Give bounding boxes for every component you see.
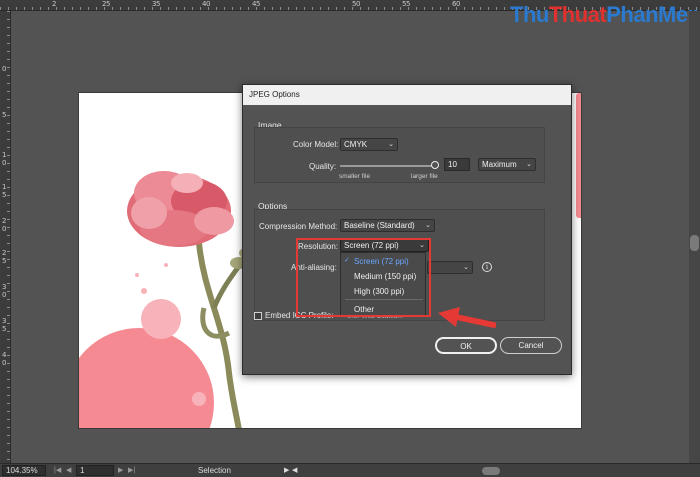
ruler-label: 3	[2, 283, 7, 291]
zoom-level-field[interactable]: 104.35%	[2, 465, 46, 476]
pink-dot	[135, 273, 139, 277]
embed-icc-checkbox[interactable]	[254, 312, 262, 320]
compression-method-select[interactable]: Baseline (Standard) ⌄	[340, 219, 435, 232]
quality-label: Quality:	[309, 162, 337, 171]
ruler-label: 2	[52, 0, 57, 8]
ruler-label: 5	[156, 0, 161, 8]
anti-aliasing-select[interactable]: ⌄	[427, 261, 473, 274]
ruler-label: 1	[2, 151, 7, 159]
ruler-label: 0	[2, 159, 7, 167]
page-number-field[interactable]: 1	[76, 465, 114, 476]
ruler-label: 4	[2, 351, 7, 359]
highlight-box	[296, 238, 431, 317]
ruler-label: 0	[2, 65, 7, 73]
cancel-button[interactable]: Cancel	[500, 337, 562, 354]
ruler-label: 0	[2, 225, 7, 233]
annotation-arrow-icon	[438, 307, 496, 328]
ruler-label: 5	[2, 257, 7, 265]
chevron-down-icon: ⌄	[463, 264, 469, 271]
chevron-down-icon: ⌄	[388, 141, 394, 148]
ok-button[interactable]: OK	[435, 337, 497, 354]
last-page-icon[interactable]: ▶|	[128, 466, 135, 475]
chevron-down-icon: ⌄	[425, 222, 431, 229]
image-group	[254, 127, 545, 183]
pink-edge-shape	[576, 93, 581, 218]
ruler-label: 2	[2, 217, 7, 225]
jpeg-options-dialog: JPEG Options Image Color Model: CMYK ⌄ Qu…	[242, 84, 572, 375]
watermark-logo: ThuThuatPhanMem	[510, 2, 700, 27]
quality-slider-track[interactable]	[340, 165, 436, 167]
pink-circle-large	[79, 328, 214, 428]
vertical-scrollbar[interactable]	[689, 11, 700, 463]
ruler-label: 5	[106, 0, 111, 8]
ruler-label: 5	[2, 325, 7, 333]
ruler-label: 0	[206, 0, 211, 8]
quality-value-field[interactable]: 10	[444, 158, 470, 171]
compression-method-label: Compression Method:	[259, 222, 338, 231]
first-page-icon[interactable]: |◀	[54, 466, 61, 475]
prev-page-icon[interactable]: ◀	[66, 466, 71, 475]
horizontal-scrollbar-thumb[interactable]	[482, 467, 500, 475]
current-tool-label: Selection	[198, 466, 231, 475]
scroll-left-icon[interactable]: ◀	[292, 466, 297, 475]
status-bar: 104.35% |◀ ◀ 1 ▶ ▶| Selection ▶ ◀	[0, 463, 700, 477]
ruler-label: 1	[2, 183, 7, 191]
ruler-label: 5	[256, 0, 261, 8]
ruler-label: 5	[2, 111, 7, 119]
ruler-label: 5	[406, 0, 411, 8]
color-model-select[interactable]: CMYK ⌄	[340, 138, 398, 151]
ruler-label: 0	[2, 359, 7, 367]
smaller-file-label: smaller file	[339, 173, 371, 180]
next-page-icon[interactable]: ▶	[118, 466, 123, 475]
status-menu-arrow-icon[interactable]: ▶	[284, 466, 289, 475]
larger-file-label: larger file	[411, 173, 438, 180]
vertical-ruler[interactable]: 0 5 1 0 1 5 2 0 2 5 3 0 3 5 4 0	[0, 11, 11, 463]
quality-slider-knob[interactable]	[431, 161, 439, 169]
ruler-label: 5	[2, 191, 7, 199]
ruler-label: 0	[2, 291, 7, 299]
pink-dot	[192, 392, 206, 406]
pink-dot	[141, 288, 147, 294]
chevron-down-icon: ⌄	[526, 161, 532, 168]
pink-dot	[164, 263, 168, 267]
color-model-label: Color Model:	[293, 140, 339, 149]
quality-preset-select[interactable]: Maximum ⌄	[478, 158, 536, 171]
ruler-label: 0	[456, 0, 461, 8]
pink-circle-small	[141, 299, 181, 339]
ruler-label: 3	[2, 317, 7, 325]
scrollbar-thumb[interactable]	[690, 235, 699, 251]
ruler-label: 0	[356, 0, 361, 8]
dialog-title: JPEG Options	[243, 85, 571, 105]
info-icon[interactable]: i	[482, 262, 492, 272]
ruler-label: 2	[2, 249, 7, 257]
